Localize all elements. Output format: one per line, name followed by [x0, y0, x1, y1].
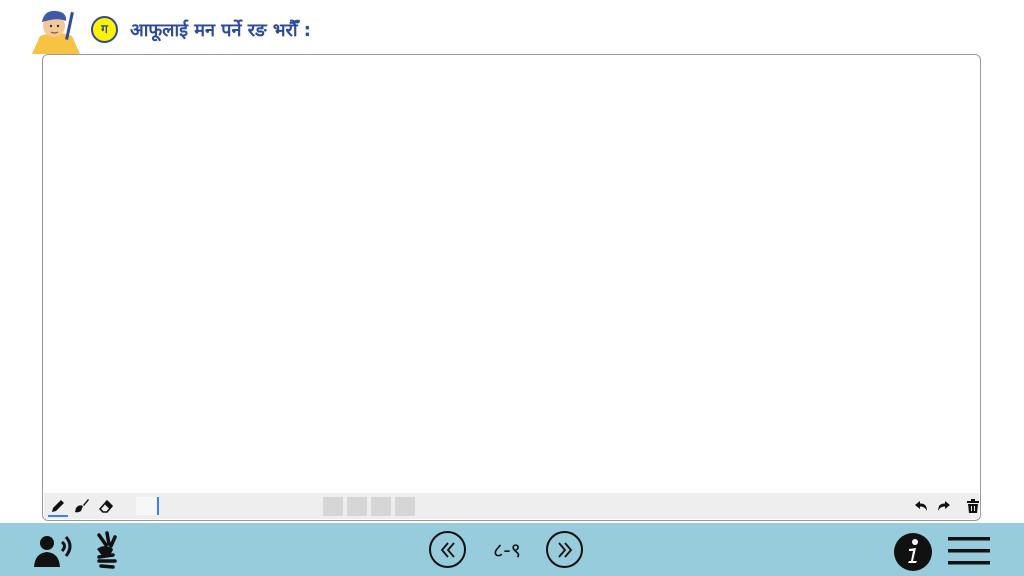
drawing-canvas[interactable] — [42, 54, 981, 521]
boy-with-pencil-icon — [32, 10, 80, 54]
pencil-icon — [52, 500, 64, 512]
activity-badge: ग — [91, 16, 118, 43]
brush-tool[interactable] — [72, 497, 92, 515]
color-swatch[interactable] — [323, 497, 343, 516]
redo-button[interactable] — [933, 497, 953, 515]
trash-icon — [967, 499, 979, 513]
undo-icon — [915, 501, 927, 511]
eraser-tool[interactable] — [96, 497, 116, 515]
menu-icon[interactable] — [948, 536, 990, 566]
page-number: ८-९ — [492, 538, 522, 562]
pencil-tool[interactable] — [48, 497, 68, 517]
activity-header: ग आफूलाई मन पर्ने रङ भरौँ : — [0, 0, 1024, 54]
audio-speaker-icon[interactable] — [34, 534, 78, 568]
current-color-well[interactable] — [136, 497, 156, 515]
color-swatch[interactable] — [371, 497, 391, 516]
previous-page-button[interactable] — [429, 531, 466, 568]
drawing-toolbar — [44, 493, 979, 519]
undo-button[interactable] — [912, 497, 932, 515]
color-swatch[interactable] — [347, 497, 367, 516]
paint-brush-icon — [75, 499, 89, 513]
info-icon[interactable] — [893, 532, 933, 572]
eraser-icon — [98, 499, 114, 513]
brush-size-indicator[interactable] — [157, 497, 159, 515]
next-page-icon — [557, 541, 572, 558]
sign-language-icon[interactable] — [93, 531, 121, 569]
activity-instruction: आफूलाई मन पर्ने रङ भरौँ : — [130, 20, 311, 41]
footer-bar: ८-९ — [0, 523, 1024, 576]
clear-button[interactable] — [963, 497, 980, 515]
next-page-button[interactable] — [546, 531, 583, 568]
redo-icon — [938, 501, 950, 511]
color-swatch[interactable] — [395, 497, 415, 516]
previous-page-icon — [440, 541, 455, 558]
